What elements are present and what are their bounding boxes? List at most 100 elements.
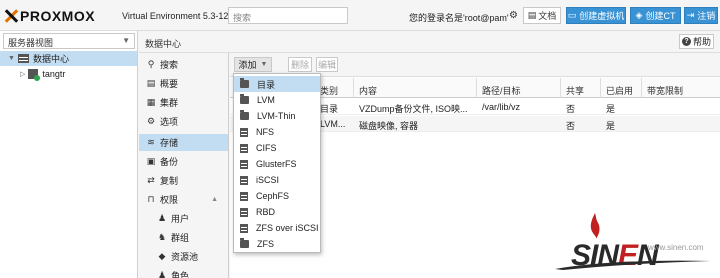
create-vm-label: 创建虚拟机 [579, 11, 625, 21]
nav-item-replication[interactable]: ⇄ 复制 [139, 172, 228, 189]
delete-button[interactable]: 删除 [288, 57, 312, 72]
book-icon: ▤ [527, 10, 537, 20]
menu-item-cifs[interactable]: CIFS [234, 140, 320, 156]
retweet-icon: ⇄ [147, 175, 155, 185]
column-divider [353, 78, 354, 98]
question-circle-icon: ? [681, 37, 691, 46]
menu-item-glusterfs[interactable]: GlusterFS [234, 156, 320, 172]
building-icon [240, 159, 248, 169]
column-divider [600, 78, 601, 98]
building-icon [240, 143, 248, 153]
nav-item-label: 概要 [160, 79, 179, 89]
column-header-path[interactable]: 路径/目标 [482, 84, 521, 97]
cell-content: VZDump备份文件, ISO映... [359, 104, 468, 114]
column-header-enabled[interactable]: 已启用 [606, 84, 633, 97]
nav-item-label: 搜索 [160, 60, 179, 70]
nav-item-backup[interactable]: ▣ 备份 [139, 153, 228, 170]
logout-button[interactable]: ⇥ 注销 [684, 7, 718, 24]
user-info: 您的登录名是'root@pam' [409, 13, 509, 23]
gear-icon: ⚙ [146, 116, 156, 126]
docs-button-label: 文档 [538, 11, 557, 21]
folder-icon [240, 110, 249, 120]
menu-item-cephfs[interactable]: CephFS [234, 188, 320, 204]
database-icon: ≋ [147, 137, 155, 147]
view-selector-value: 服务器视图 [8, 38, 54, 48]
nav-item-label: 复制 [160, 176, 179, 186]
menu-item-zfs-over-iscsi[interactable]: ZFS over iSCSI [234, 220, 320, 236]
menu-item-rbd[interactable]: RBD [234, 204, 320, 220]
expand-triangle-icon[interactable]: ▼ [8, 55, 15, 62]
add-storage-button[interactable]: 添加 ▼ [234, 57, 272, 72]
menu-item-iscsi[interactable]: iSCSI [234, 172, 320, 188]
nav-item-label: 集群 [160, 98, 179, 108]
view-selector[interactable]: 服务器视图 ▼ [3, 33, 135, 49]
column-divider [641, 78, 642, 98]
proxmox-x-icon [4, 9, 18, 23]
cluster-icon: ▦ [146, 97, 156, 107]
nav-item-label: 备份 [160, 157, 179, 167]
nav-item-permissions[interactable]: ⊓ 权限 ▲ [139, 191, 228, 208]
column-divider [560, 78, 561, 98]
datacenter-nav: ⚲ 搜索 ▤ 概要 ▦ 集群 ⚙ 选项 ≋ 存储 ▣ 备份 ⇄ 复制 ⊓ 权限 … [139, 53, 229, 278]
column-header-content[interactable]: 内容 [359, 84, 377, 97]
tree-item-datacenter[interactable]: ▼ 数据中心 [0, 51, 137, 66]
logo-text: PROXMOX [20, 8, 96, 24]
flame-icon [590, 213, 600, 239]
resource-tree-panel: 服务器视图 ▼ ▼ 数据中心 ▷ tangtr [0, 31, 138, 278]
create-ct-button[interactable]: ◈ 创建CT [630, 7, 681, 24]
gear-icon[interactable]: ⚙ [509, 10, 518, 21]
cell-shared: 否 [566, 104, 576, 114]
column-header-shared[interactable]: 共享 [566, 84, 584, 97]
menu-item-label: GlusterFS [256, 159, 297, 169]
swoosh-icon [555, 260, 711, 270]
chevron-up-icon[interactable]: ▲ [211, 196, 218, 203]
cell-content: 磁盘映像, 容器 [359, 121, 419, 131]
building-icon [240, 127, 248, 137]
floppy-icon: ▣ [146, 156, 156, 166]
nav-item-label: 资源池 [171, 252, 199, 262]
column-header-type[interactable]: 类别 [320, 84, 338, 97]
user-icon: ♟ [157, 213, 167, 223]
nav-item-roles[interactable]: ♟ 角色 [139, 267, 228, 278]
nav-item-users[interactable]: ♟ 用户 [139, 210, 228, 227]
help-button[interactable]: ? 帮助 [679, 34, 714, 49]
collapse-triangle-icon[interactable]: ▷ [20, 70, 25, 78]
top-header: PROXMOX Virtual Environment 5.3-12 搜索 您的… [0, 0, 720, 31]
menu-item-zfs[interactable]: ZFS [234, 236, 320, 252]
nav-item-search[interactable]: ⚲ 搜索 [139, 56, 228, 73]
cell-type: LVM... [320, 119, 346, 129]
logout-label: 注销 [697, 11, 716, 21]
building-icon [240, 207, 248, 217]
page-title: 数据中心 [145, 39, 182, 49]
nav-item-label: 存储 [160, 138, 179, 148]
menu-item-lvm-thin[interactable]: LVM-Thin [234, 108, 320, 124]
column-divider [476, 78, 477, 98]
nav-item-options[interactable]: ⚙ 选项 [139, 113, 228, 130]
server-icon [17, 54, 29, 63]
docs-button[interactable]: ▤ 文档 [523, 7, 561, 24]
menu-item-label: 目录 [257, 79, 276, 90]
nav-item-storage[interactable]: ≋ 存储 [139, 134, 228, 151]
create-vm-button[interactable]: ▭ 创建虚拟机 [566, 7, 626, 24]
nav-item-summary[interactable]: ▤ 概要 [139, 75, 228, 92]
search-input[interactable]: 搜索 [228, 7, 348, 24]
menu-item-lvm[interactable]: LVM [234, 92, 320, 108]
help-label: 帮助 [692, 37, 711, 47]
nav-item-groups[interactable]: ♞ 群组 [139, 229, 228, 246]
watermark-logo: SINEN www.sinen.com [553, 213, 718, 275]
add-storage-menu: 目录 LVM LVM-Thin NFS CIFS GlusterFS iSCSI… [233, 73, 321, 253]
column-header-bandwidth[interactable]: 带宽限制 [647, 84, 683, 97]
menu-item-label: iSCSI [256, 175, 280, 185]
nav-item-cluster[interactable]: ▦ 集群 [139, 94, 228, 111]
tags-icon: ◆ [158, 251, 166, 261]
watermark-subtext: www.sinen.com [648, 243, 704, 252]
book-icon: ▤ [146, 78, 156, 88]
edit-button[interactable]: 编辑 [316, 57, 338, 72]
menu-item-label: NFS [256, 127, 274, 137]
menu-item-label: CephFS [256, 191, 290, 201]
version-label: Virtual Environment 5.3-12 [122, 11, 229, 21]
nav-item-pools[interactable]: ◆ 资源池 [139, 248, 228, 265]
menu-item-directory[interactable]: 目录 [234, 76, 320, 92]
menu-item-nfs[interactable]: NFS [234, 124, 320, 140]
tree-item-node[interactable]: ▷ tangtr [0, 66, 137, 81]
